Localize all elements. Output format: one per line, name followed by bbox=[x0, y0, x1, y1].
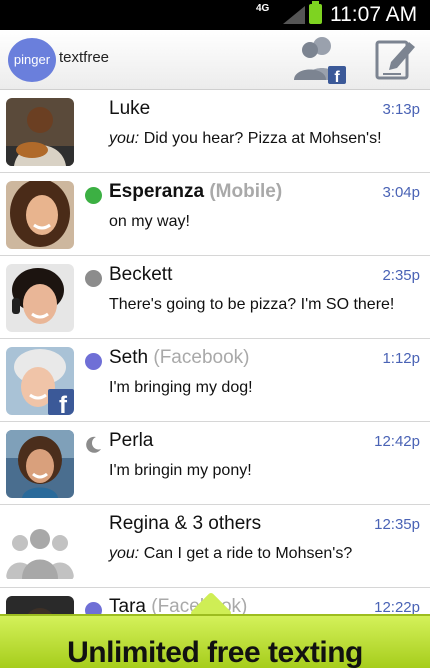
battery-icon bbox=[309, 1, 322, 24]
contact-name: Esperanza (Mobile) bbox=[109, 181, 283, 202]
conversation-row[interactable]: f Seth (Facebook) 1:12p I'm bringing my … bbox=[0, 339, 430, 422]
contact-name: Beckett bbox=[109, 264, 173, 285]
message-preview: There's going to be pizza? I'm SO there! bbox=[109, 296, 395, 313]
contact-name: Seth (Facebook) bbox=[109, 347, 250, 368]
contact-name: Perla bbox=[109, 430, 154, 451]
message-time: 3:04p bbox=[382, 184, 420, 201]
svg-text:f: f bbox=[59, 392, 68, 415]
message-time: 12:35p bbox=[374, 516, 420, 533]
presence-dot-icon bbox=[85, 270, 102, 287]
contact-avatar bbox=[6, 264, 74, 332]
message-time: 12:42p bbox=[374, 433, 420, 450]
compose-icon bbox=[375, 40, 415, 80]
brand-text: textfree bbox=[59, 49, 110, 66]
message-preview: I'm bringing my dog! bbox=[109, 379, 253, 396]
conversation-row[interactable]: Beckett 2:35p There's going to be pizza?… bbox=[0, 256, 430, 339]
compose-button[interactable] bbox=[373, 38, 419, 84]
facebook-contacts-icon: f bbox=[294, 37, 346, 86]
status-bar: 4G 11:07 AM bbox=[0, 0, 430, 30]
conversation-row[interactable]: Perla 12:42p I'm bringin my pony! bbox=[0, 422, 430, 505]
contact-avatar bbox=[6, 181, 74, 249]
promo-banner-text: Unlimited free texting bbox=[67, 636, 363, 668]
svg-text:f: f bbox=[334, 69, 340, 84]
message-preview: you: Can I get a ride to Mohsen's? bbox=[109, 545, 353, 562]
signal-icon bbox=[283, 6, 305, 24]
message-time: 3:13p bbox=[382, 101, 420, 118]
contact-avatar: f bbox=[6, 347, 74, 415]
app-header: pinger textfree f bbox=[0, 30, 430, 90]
presence-dot-icon bbox=[85, 187, 102, 204]
message-time: 1:12p bbox=[382, 350, 420, 367]
conversation-row[interactable]: Esperanza (Mobile) 3:04p on my way! bbox=[0, 173, 430, 256]
message-time: 2:35p bbox=[382, 267, 420, 284]
message-preview: you: Did you hear? Pizza at Mohsen's! bbox=[109, 130, 382, 147]
status-time: 11:07 AM bbox=[330, 3, 418, 26]
facebook-contacts-button[interactable]: f bbox=[292, 36, 348, 86]
contact-name: Regina & 3 others bbox=[109, 513, 262, 534]
network-indicator: 4G bbox=[256, 3, 270, 14]
group-icon bbox=[6, 513, 74, 581]
pinger-logo: pinger bbox=[8, 38, 56, 82]
contact-avatar bbox=[6, 98, 74, 166]
message-preview: I'm bringin my pony! bbox=[109, 462, 252, 479]
group-avatar bbox=[6, 513, 74, 581]
presence-dot-icon bbox=[85, 353, 102, 370]
conversation-row[interactable]: Luke 3:13p you: Did you hear? Pizza at M… bbox=[0, 90, 430, 173]
moon-icon bbox=[86, 436, 101, 453]
contact-avatar bbox=[6, 430, 74, 498]
message-preview: on my way! bbox=[109, 213, 190, 230]
promo-banner[interactable]: Unlimited free texting bbox=[0, 614, 430, 668]
conversation-row[interactable]: Regina & 3 others 12:35p you: Can I get … bbox=[0, 505, 430, 588]
contact-name: Luke bbox=[109, 98, 151, 119]
